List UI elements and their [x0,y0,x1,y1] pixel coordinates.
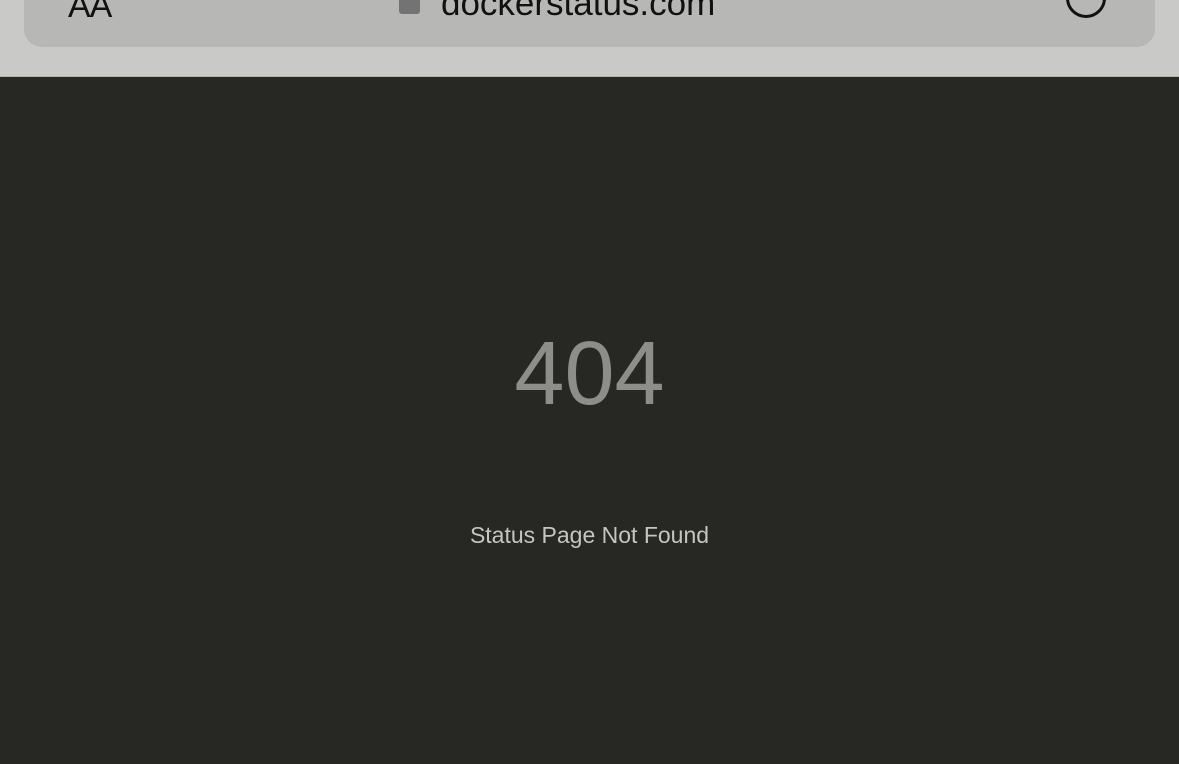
page-content: 404 Status Page Not Found [0,77,1179,764]
url-text[interactable]: dockerstatus.com [441,0,715,24]
error-code: 404 [514,324,665,424]
reader-mode-button[interactable]: AA [68,0,112,26]
error-message: Status Page Not Found [469,522,710,548]
browser-toolbar: AA dockerstatus.com [0,0,1179,77]
lock-icon [399,0,420,14]
